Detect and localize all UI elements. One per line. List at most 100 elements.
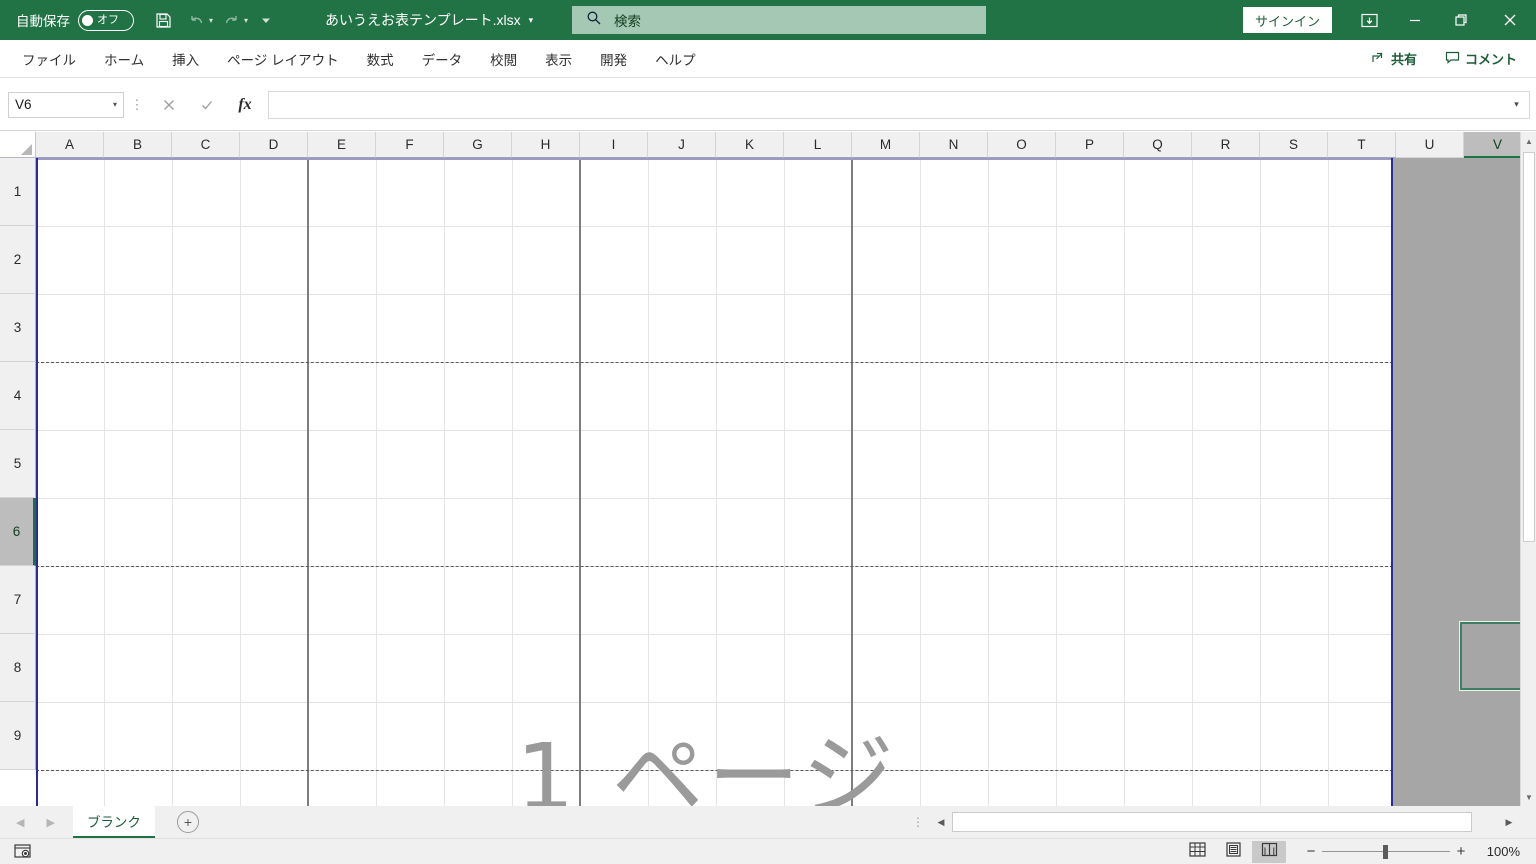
zoom-slider[interactable] bbox=[1322, 841, 1450, 863]
document-title[interactable]: あいうえお表テンプレート.xlsx ▾ bbox=[325, 10, 533, 30]
customize-qat-icon[interactable] bbox=[251, 5, 281, 35]
tab-view[interactable]: 表示 bbox=[531, 40, 586, 78]
column-header-U[interactable]: U bbox=[1396, 132, 1464, 158]
autosave-toggle[interactable]: オフ bbox=[78, 9, 134, 31]
insert-function-icon[interactable]: fx bbox=[226, 91, 264, 119]
share-button[interactable]: 共有 bbox=[1360, 45, 1428, 72]
column-header-E[interactable]: E bbox=[308, 132, 376, 158]
column-header-C[interactable]: C bbox=[172, 132, 240, 158]
tab-data[interactable]: データ bbox=[408, 40, 477, 78]
row-header-4[interactable]: 4 bbox=[0, 362, 36, 430]
normal-view-button[interactable] bbox=[1180, 841, 1214, 863]
page-break-horizontal[interactable] bbox=[36, 362, 1393, 363]
column-header-R[interactable]: R bbox=[1192, 132, 1260, 158]
row-header-6[interactable]: 6 bbox=[0, 498, 36, 566]
zoom-level-label[interactable]: 100% bbox=[1472, 844, 1536, 859]
comments-button[interactable]: コメント bbox=[1434, 45, 1528, 72]
sheet-tab-blank[interactable]: ブランク bbox=[72, 806, 155, 838]
cell-area[interactable]: 1 ページ bbox=[36, 158, 1520, 806]
zoom-out-button[interactable]: − bbox=[1300, 841, 1322, 863]
horizontal-scrollbar-thumb[interactable] bbox=[952, 812, 1472, 832]
column-header-I[interactable]: I bbox=[580, 132, 648, 158]
formula-input[interactable] bbox=[268, 90, 1504, 119]
column-header-F[interactable]: F bbox=[376, 132, 444, 158]
row-header-5[interactable]: 5 bbox=[0, 430, 36, 498]
column-header-M[interactable]: M bbox=[852, 132, 920, 158]
page-break-vertical[interactable] bbox=[579, 158, 581, 806]
tab-home[interactable]: ホーム bbox=[90, 40, 158, 78]
scroll-left-icon[interactable]: ◀ bbox=[930, 811, 952, 833]
undo-dropdown-caret-icon[interactable]: ▾ bbox=[209, 16, 213, 25]
row-header-8[interactable]: 8 bbox=[0, 634, 36, 702]
row-header-9[interactable]: 9 bbox=[0, 702, 36, 770]
vertical-scrollbar-thumb[interactable] bbox=[1523, 152, 1535, 542]
row-header-1[interactable]: 1 bbox=[0, 158, 36, 226]
scroll-right-icon[interactable]: ▶ bbox=[1498, 811, 1520, 833]
sign-in-button[interactable]: サインイン bbox=[1242, 7, 1332, 33]
page-break-preview-button[interactable] bbox=[1252, 840, 1286, 863]
scroll-up-icon[interactable]: ▲ bbox=[1521, 132, 1536, 150]
zoom-in-button[interactable]: + bbox=[1450, 841, 1472, 863]
column-header-L[interactable]: L bbox=[784, 132, 852, 158]
selected-cell-highlight[interactable] bbox=[1459, 621, 1520, 691]
vertical-scrollbar[interactable]: ▲ ▼ bbox=[1520, 132, 1536, 806]
tab-insert[interactable]: 挿入 bbox=[158, 40, 213, 78]
formula-bar-separator-handle[interactable]: ⋮ bbox=[124, 97, 150, 113]
cancel-icon[interactable] bbox=[150, 91, 188, 119]
save-icon[interactable] bbox=[148, 5, 178, 35]
row-header-2[interactable]: 2 bbox=[0, 226, 36, 294]
page-break-horizontal[interactable] bbox=[36, 566, 1393, 567]
tab-splitter-handle[interactable]: ⋮ bbox=[912, 815, 924, 829]
select-all-button[interactable] bbox=[0, 132, 36, 158]
tab-page-layout[interactable]: ページ レイアウト bbox=[213, 40, 352, 78]
row-header-3[interactable]: 3 bbox=[0, 294, 36, 362]
prev-sheet-icon[interactable]: ◀ bbox=[16, 816, 24, 829]
record-macro-icon[interactable] bbox=[14, 844, 31, 859]
confirm-check-icon[interactable] bbox=[188, 91, 226, 119]
column-header-N[interactable]: N bbox=[920, 132, 988, 158]
tab-file[interactable]: ファイル bbox=[8, 40, 90, 78]
column-header-J[interactable]: J bbox=[648, 132, 716, 158]
tab-help[interactable]: ヘルプ bbox=[641, 40, 710, 78]
add-sheet-icon[interactable]: + bbox=[176, 811, 199, 833]
restore-icon[interactable] bbox=[1438, 0, 1484, 40]
undo-icon[interactable] bbox=[181, 5, 211, 35]
gridline-vertical bbox=[104, 158, 105, 806]
column-header-Q[interactable]: Q bbox=[1124, 132, 1192, 158]
column-header-A[interactable]: A bbox=[36, 132, 104, 158]
scroll-down-icon[interactable]: ▼ bbox=[1521, 788, 1536, 806]
search-input[interactable]: 検索 bbox=[572, 6, 986, 34]
column-header-H[interactable]: H bbox=[512, 132, 580, 158]
document-title-caret-icon[interactable]: ▾ bbox=[529, 15, 534, 26]
name-box-caret-icon[interactable]: ▾ bbox=[113, 100, 117, 109]
autosave-control[interactable]: 自動保存 オフ bbox=[16, 9, 134, 31]
name-box[interactable]: V6 ▾ bbox=[8, 91, 124, 118]
column-header-T[interactable]: T bbox=[1328, 132, 1396, 158]
page-layout-icon bbox=[1225, 841, 1242, 862]
redo-dropdown-caret-icon[interactable]: ▾ bbox=[244, 16, 248, 25]
formula-bar-expand-icon[interactable]: ▾ bbox=[1504, 90, 1530, 119]
horizontal-scrollbar-track[interactable] bbox=[952, 811, 1498, 833]
column-header-O[interactable]: O bbox=[988, 132, 1056, 158]
horizontal-scrollbar[interactable]: ◀ ▶ bbox=[930, 811, 1520, 833]
row-header-7[interactable]: 7 bbox=[0, 566, 36, 634]
page-layout-view-button[interactable] bbox=[1216, 841, 1250, 863]
column-header-P[interactable]: P bbox=[1056, 132, 1124, 158]
column-header-G[interactable]: G bbox=[444, 132, 512, 158]
page-break-vertical[interactable] bbox=[851, 158, 853, 806]
column-header-K[interactable]: K bbox=[716, 132, 784, 158]
tab-developer[interactable]: 開発 bbox=[586, 40, 641, 78]
zoom-slider-thumb[interactable] bbox=[1383, 844, 1388, 859]
tab-review[interactable]: 校閲 bbox=[476, 40, 531, 78]
next-sheet-icon[interactable]: ▶ bbox=[46, 816, 54, 829]
page-break-vertical[interactable] bbox=[307, 158, 309, 806]
redo-icon[interactable] bbox=[216, 5, 246, 35]
close-icon[interactable] bbox=[1484, 0, 1536, 40]
ribbon-display-options-icon[interactable] bbox=[1346, 0, 1392, 40]
column-header-B[interactable]: B bbox=[104, 132, 172, 158]
column-header-S[interactable]: S bbox=[1260, 132, 1328, 158]
tab-formulas[interactable]: 数式 bbox=[353, 40, 408, 78]
column-header-V[interactable]: V bbox=[1464, 132, 1520, 158]
column-header-D[interactable]: D bbox=[240, 132, 308, 158]
minimize-icon[interactable] bbox=[1392, 0, 1438, 40]
